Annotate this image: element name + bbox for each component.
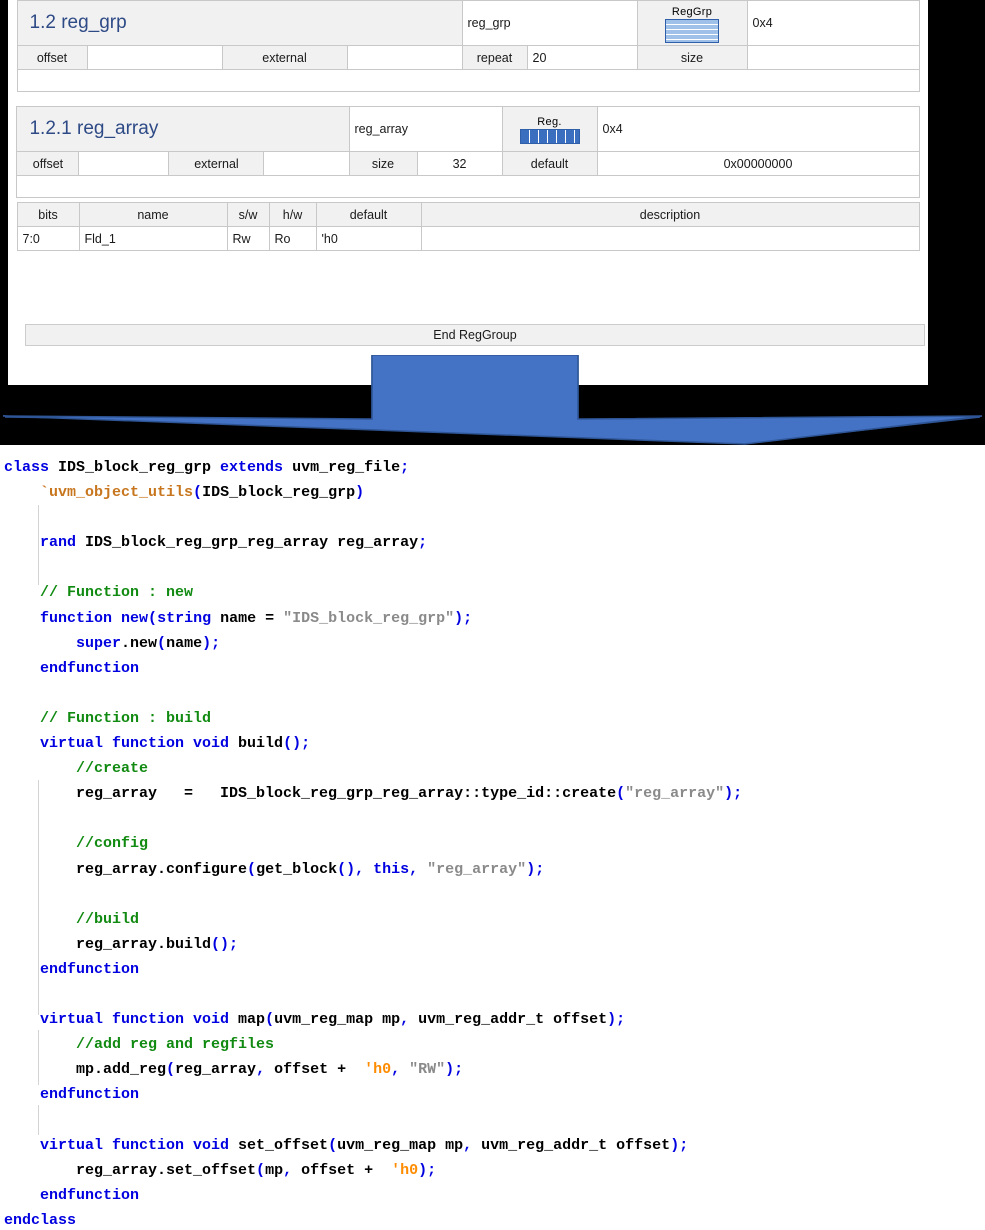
spec-document: 1.2 reg_grp reg_grp RegGrp 0x4 offset ex… — [8, 0, 928, 385]
reg-array-offset-label: offset — [17, 152, 79, 176]
bitfield-header-name: name — [79, 203, 227, 227]
register-bar-icon-glyph — [520, 129, 580, 144]
reg-grp-size-label: size — [637, 46, 747, 70]
reg-array-spacer-row — [17, 176, 919, 198]
reg-array-table: 1.2.1 reg_array reg_array Reg. 0x4 offse… — [16, 106, 919, 198]
end-reggroup-bar: End RegGroup — [25, 324, 925, 346]
brick-wall-icon-caption: RegGrp — [665, 7, 719, 18]
brick-wall-icon: RegGrp — [665, 7, 719, 43]
reg-array-offset-value — [79, 152, 169, 176]
reg-array-external-value — [264, 152, 349, 176]
bitfield-cell-hw: Ro — [269, 227, 316, 251]
reg-array-attr-row: offset external size 32 default 0x000000… — [17, 152, 919, 176]
reg-array-size-label: size — [349, 152, 417, 176]
reg-array-external-label: external — [169, 152, 264, 176]
reg-array-spacer-cell — [17, 176, 919, 198]
reg-array-name: reg_array — [349, 107, 502, 152]
reg-grp-offset-label: offset — [17, 46, 87, 70]
register-bar-icon: Reg. — [520, 117, 580, 144]
reg-grp-attr-row: offset external repeat 20 size — [17, 46, 919, 70]
bitfield-header-sw: s/w — [227, 203, 269, 227]
reg-array-address: 0x4 — [597, 107, 919, 152]
bitfield-cell-description — [421, 227, 919, 251]
indent-guide — [38, 1030, 39, 1085]
indent-guide — [38, 505, 39, 585]
code-pane: class IDS_block_reg_grp extends uvm_reg_… — [0, 445, 985, 1230]
reg-grp-external-label: external — [222, 46, 347, 70]
reg-grp-repeat-value: 20 — [527, 46, 637, 70]
reg-array-size-value: 32 — [417, 152, 502, 176]
reg-array-default-value: 0x00000000 — [597, 152, 919, 176]
bitfield-cell-bits: 7:0 — [17, 227, 79, 251]
table-row: 7:0 Fld_1 Rw Ro 'h0 — [17, 227, 919, 251]
reg-grp-title: 1.2 reg_grp — [17, 1, 462, 46]
bitfield-header-bits: bits — [17, 203, 79, 227]
bitfield-cell-name: Fld_1 — [79, 227, 227, 251]
reg-array-icon-cell: Reg. — [502, 107, 597, 152]
bitfield-header-description: description — [421, 203, 919, 227]
bitfield-cell-default: 'h0 — [316, 227, 421, 251]
bitfield-header-hw: h/w — [269, 203, 316, 227]
reg-array-title-row: 1.2.1 reg_array reg_array Reg. 0x4 — [17, 107, 919, 152]
reg-array-default-label: default — [502, 152, 597, 176]
bitfield-cell-sw: Rw — [227, 227, 269, 251]
code-block: class IDS_block_reg_grp extends uvm_reg_… — [0, 445, 985, 1230]
reg-grp-spacer-cell — [17, 70, 919, 92]
indent-guide — [38, 780, 39, 1015]
reg-grp-icon-cell: RegGrp — [637, 1, 747, 46]
table-gap — [8, 92, 928, 106]
reg-grp-offset-value — [87, 46, 222, 70]
indent-guide — [38, 1105, 39, 1135]
reg-grp-address: 0x4 — [747, 1, 919, 46]
reg-grp-title-row: 1.2 reg_grp reg_grp RegGrp 0x4 — [17, 1, 919, 46]
brick-wall-icon-glyph — [665, 19, 719, 43]
reg-grp-repeat-label: repeat — [462, 46, 527, 70]
reg-array-title: 1.2.1 reg_array — [17, 107, 349, 152]
reg-grp-table: 1.2 reg_grp reg_grp RegGrp 0x4 offset ex… — [17, 0, 920, 92]
bitfield-header-row: bits name s/w h/w default description — [17, 203, 919, 227]
reg-grp-name: reg_grp — [462, 1, 637, 46]
register-bar-icon-caption: Reg. — [520, 117, 580, 128]
reg-grp-external-value — [347, 46, 462, 70]
reg-grp-spacer-row — [17, 70, 919, 92]
reg-grp-size-value — [747, 46, 919, 70]
bitfield-header-default: default — [316, 203, 421, 227]
bitfield-table: bits name s/w h/w default description 7:… — [17, 202, 920, 251]
